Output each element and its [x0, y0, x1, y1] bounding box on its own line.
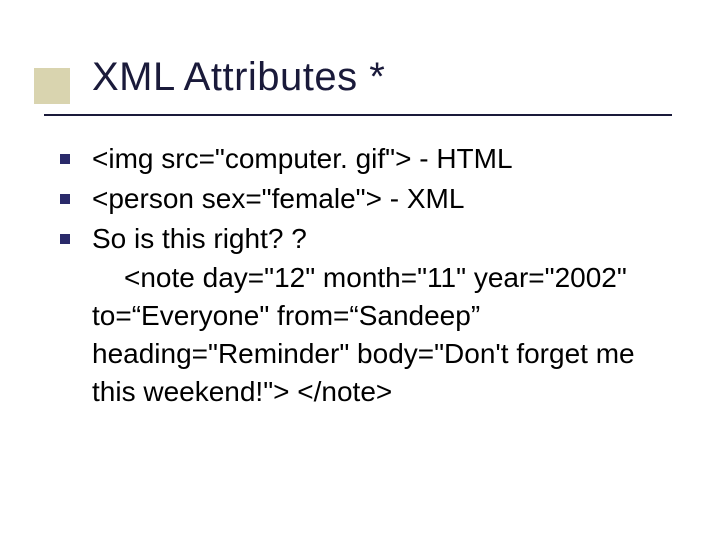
continuation-text: heading="Reminder" body="Don't forget me	[92, 335, 680, 373]
continuation-text: this weekend!"> </note>	[92, 373, 680, 411]
slide-title: XML Attributes *	[92, 55, 385, 100]
bullet-icon	[60, 194, 70, 204]
bullet-text: <person sex="female"> - XML	[92, 180, 464, 218]
bullet-item: So is this right? ?	[60, 220, 680, 258]
title-accent-block	[34, 68, 70, 104]
bullet-text: So is this right? ?	[92, 220, 307, 258]
bullet-text: <img src="computer. gif"> - HTML	[92, 140, 513, 178]
bullet-item: <img src="computer. gif"> - HTML	[60, 140, 680, 178]
continuation-text: <note day="12" month="11" year="2002"	[124, 259, 680, 297]
title-underline	[44, 114, 672, 116]
bullet-icon	[60, 234, 70, 244]
bullet-icon	[60, 154, 70, 164]
slide-content: <img src="computer. gif"> - HTML <person…	[60, 140, 680, 411]
bullet-item: <person sex="female"> - XML	[60, 180, 680, 218]
continuation-text: to=“Everyone" from=“Sandeep”	[92, 297, 680, 335]
